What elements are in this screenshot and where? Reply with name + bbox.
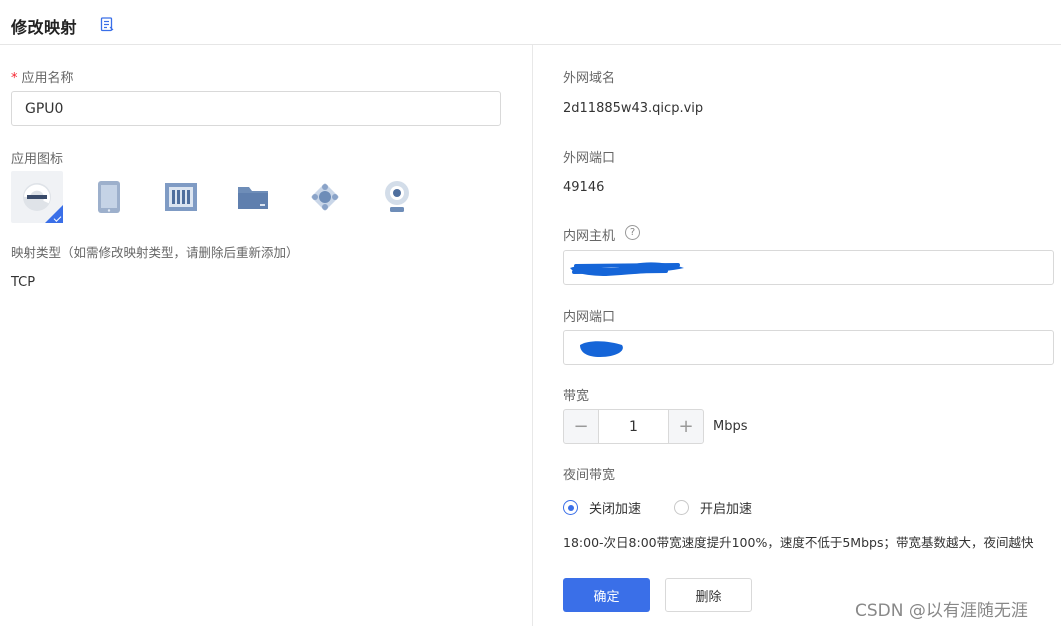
delete-button[interactable]: 删除 (665, 578, 752, 612)
radio-accel-on[interactable]: 开启加速 (674, 498, 752, 517)
external-port-value: 49146 (563, 180, 605, 195)
app-icon-option-tablet[interactable] (83, 171, 135, 223)
document-icon[interactable] (100, 17, 114, 32)
confirm-button[interactable]: 确定 (563, 578, 650, 612)
radio-accel-off[interactable]: 关闭加速 (563, 498, 641, 517)
page-title: 修改映射 (11, 18, 78, 37)
app-name-input[interactable]: GPU0 (11, 91, 501, 126)
folder-icon (238, 187, 268, 209)
radio-checked-icon (563, 500, 578, 515)
network-node-icon (311, 183, 339, 211)
mapping-type-label: 映射类型（如需修改映射类型，请删除后重新添加） (11, 245, 299, 260)
server-rack-icon (165, 183, 197, 211)
bandwidth-unit: Mbps (713, 419, 748, 434)
page-header: 修改映射 (0, 0, 1061, 45)
app-icon-label: 应用图标 (11, 152, 64, 167)
help-icon[interactable]: ? (625, 225, 640, 240)
app-icon-option-folder[interactable] (227, 171, 279, 223)
webcam-icon (385, 181, 409, 212)
external-domain-label: 外网域名 (563, 71, 616, 86)
decrement-button[interactable]: − (563, 409, 599, 444)
radio-unchecked-icon (674, 500, 689, 515)
night-bandwidth-label: 夜间带宽 (563, 468, 616, 483)
watermark: CSDN @以有涯随无涯 (855, 601, 1028, 621)
app-icon-option-webcam[interactable] (371, 171, 423, 223)
app-icon-option-network[interactable] (299, 171, 351, 223)
required-mark: * (11, 71, 18, 86)
external-domain-value: 2d11885w43.qicp.vip (563, 101, 704, 116)
app-name-label-text: 应用名称 (21, 71, 74, 86)
internal-host-input[interactable] (563, 250, 1054, 285)
app-icon-option-server[interactable] (155, 171, 207, 223)
app-name-value: GPU0 (25, 100, 64, 117)
mapping-type-value: TCP (11, 275, 36, 290)
tablet-icon (98, 181, 120, 213)
app-name-label: * 应用名称 (11, 67, 74, 86)
app-icon-option-browser[interactable] (11, 171, 63, 223)
bandwidth-value[interactable]: 1 (599, 409, 668, 444)
night-bandwidth-note: 18:00-次日8:00带宽速度提升100%，速度不低于5Mbps；带宽基数越大… (563, 535, 1034, 550)
internal-port-label: 内网端口 (563, 310, 616, 325)
bandwidth-stepper: − 1 + (563, 409, 704, 444)
column-divider (532, 45, 533, 626)
bandwidth-label: 带宽 (563, 389, 590, 404)
redaction-scribble (570, 262, 684, 276)
redaction-scribble (580, 341, 623, 357)
external-port-label: 外网端口 (563, 151, 616, 166)
radio-accel-on-label: 开启加速 (700, 502, 753, 517)
internal-port-input[interactable] (563, 330, 1054, 365)
internal-host-label: 内网主机 (563, 229, 616, 244)
increment-button[interactable]: + (668, 409, 704, 444)
radio-accel-off-label: 关闭加速 (589, 502, 642, 517)
